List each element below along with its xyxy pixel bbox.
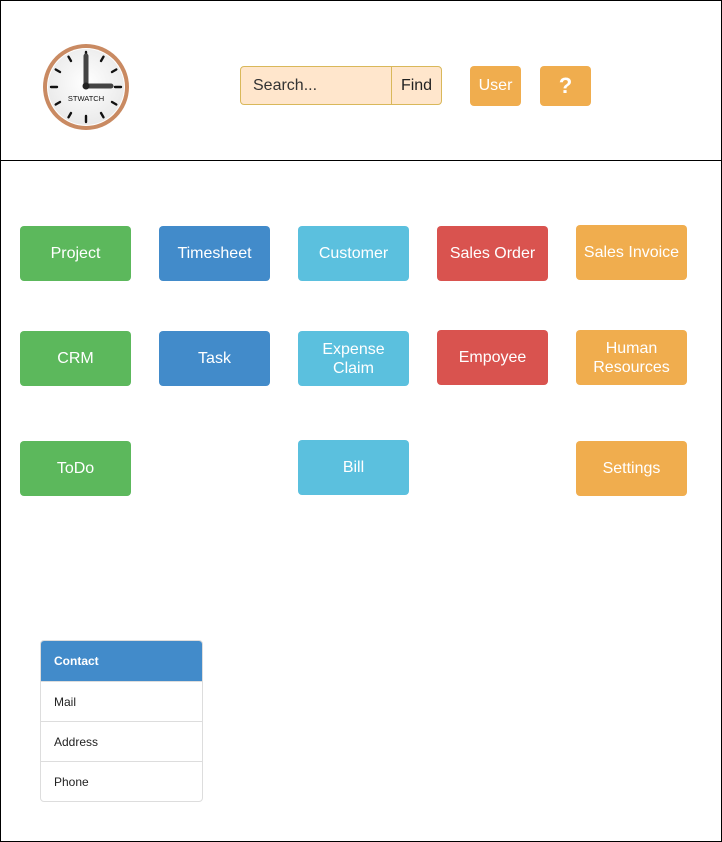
- header: STWATCH Find User ?: [1, 1, 721, 161]
- task-tile[interactable]: Task: [159, 331, 270, 386]
- bill-tile[interactable]: Bill: [298, 440, 409, 495]
- find-button[interactable]: Find: [391, 66, 442, 105]
- contact-item-phone[interactable]: Phone: [41, 761, 202, 801]
- empoyee-tile[interactable]: Empoyee: [437, 330, 548, 385]
- help-button[interactable]: ?: [540, 66, 591, 106]
- search-input[interactable]: [240, 66, 392, 105]
- todo-tile[interactable]: ToDo: [20, 441, 131, 496]
- expense-claim-tile[interactable]: Expense Claim: [298, 331, 409, 386]
- search-bar: Find: [240, 66, 442, 105]
- contact-item-address[interactable]: Address: [41, 721, 202, 761]
- human-resources-tile[interactable]: Human Resources: [576, 330, 687, 385]
- user-button[interactable]: User: [470, 66, 521, 106]
- svg-text:STWATCH: STWATCH: [68, 94, 104, 103]
- sales-invoice-tile[interactable]: Sales Invoice: [576, 225, 687, 280]
- clock-logo-icon: STWATCH: [43, 44, 129, 130]
- settings-tile[interactable]: Settings: [576, 441, 687, 496]
- sales-order-tile[interactable]: Sales Order: [437, 226, 548, 281]
- contact-panel-title: Contact: [41, 641, 202, 681]
- timesheet-tile[interactable]: Timesheet: [159, 226, 270, 281]
- contact-panel: Contact Mail Address Phone: [40, 640, 203, 802]
- customer-tile[interactable]: Customer: [298, 226, 409, 281]
- contact-item-mail[interactable]: Mail: [41, 681, 202, 721]
- crm-tile[interactable]: CRM: [20, 331, 131, 386]
- project-tile[interactable]: Project: [20, 226, 131, 281]
